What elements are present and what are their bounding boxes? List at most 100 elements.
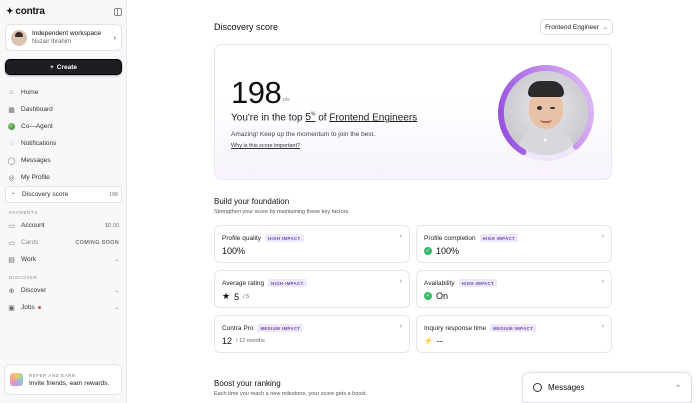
- chevron-down-icon: ⌄: [602, 24, 608, 31]
- card-icon: ▭: [8, 239, 15, 247]
- chevron-up-icon: ⌃: [675, 384, 681, 392]
- messages-label: Messages: [548, 383, 585, 392]
- refer-subtitle: Invite friends, earn rewards.: [29, 379, 110, 387]
- tile-profile-quality[interactable]: Profile quality HIGH IMPACT › 100%: [214, 225, 410, 263]
- avatar: ●: [504, 71, 588, 155]
- tile-availability[interactable]: Availability HIGH IMPACT › ✓ On: [416, 270, 612, 308]
- boost-title: Boost your ranking: [214, 379, 281, 388]
- sidebar-item-account[interactable]: ▭ Account $0.00: [5, 217, 122, 234]
- tile-contra-pro[interactable]: Contra Pro MEDIUM IMPACT › 12/ 12 months: [214, 315, 410, 353]
- tile-value: On: [436, 291, 449, 301]
- tile-profile-completion[interactable]: Profile completion HIGH IMPACT › ✓ 100%: [416, 225, 612, 263]
- sidebar-item-label: Co—Agent: [21, 123, 53, 130]
- wallet-icon: ▭: [8, 222, 15, 230]
- star-icon: ★: [222, 291, 231, 301]
- sidebar-item-my-profile[interactable]: ◎ My Profile: [5, 169, 122, 186]
- sidebar-item-messages[interactable]: ◯ Messages: [5, 152, 122, 169]
- refer-title: REFER AND EARN: [29, 372, 76, 378]
- payments-section-label: PAYMENTS: [9, 210, 38, 215]
- impact-badge: HIGH IMPACT: [265, 234, 304, 242]
- tile-title: Inquiry response time: [424, 324, 487, 332]
- tile-title: Average rating: [222, 279, 265, 287]
- check-icon: ✓: [424, 292, 432, 300]
- impact-badge: HIGH IMPACT: [479, 234, 519, 242]
- avatar: [11, 29, 27, 46]
- workspace-switcher[interactable]: Independent workspace Nuzair Ibrahim ›: [5, 24, 122, 51]
- compass-icon: ⊕: [8, 287, 15, 295]
- tile-average-rating[interactable]: Average rating HIGH IMPACT › ★ 5/ 5: [214, 270, 410, 308]
- rank-group-link[interactable]: Frontend Engineers: [329, 112, 417, 123]
- sidebar-item-discover[interactable]: ⊕ Discover ⌄: [5, 282, 122, 299]
- tile-value: 5: [234, 291, 240, 302]
- sidebar-item-label: Work: [21, 256, 37, 263]
- rank-percent: 5%: [305, 112, 315, 123]
- sidebar-item-home[interactable]: ⌂ Home: [5, 84, 122, 101]
- sidebar-item-jobs[interactable]: ▣ Jobs ⌄: [5, 299, 122, 316]
- sidebar-item-label: Home: [21, 89, 39, 96]
- score-value: 198: [231, 75, 282, 110]
- chevron-right-icon: ›: [601, 233, 604, 240]
- messages-panel[interactable]: Messages ⌃: [522, 372, 692, 403]
- notification-dot: [37, 305, 41, 309]
- sidebar-item-co-agent[interactable]: Co—Agent: [5, 118, 122, 135]
- jobs-label: Jobs: [21, 304, 35, 311]
- account-balance: $0.00: [105, 222, 119, 229]
- contra-logo[interactable]: ✦ contra: [6, 6, 45, 17]
- sidebar-item-cards: ▭ Cards COMING SOON: [5, 234, 122, 251]
- page-title: Discovery score: [214, 22, 279, 32]
- sidebar-item-discovery-score[interactable]: ◔ Discovery score 198: [5, 186, 122, 203]
- co-agent-icon: [8, 123, 15, 130]
- sidebar-item-label: Discover: [21, 287, 47, 294]
- role-select[interactable]: Frontend Engineer ⌄: [540, 19, 613, 35]
- foundation-title: Build your foundation: [214, 197, 290, 206]
- tile-value: 100%: [222, 246, 246, 256]
- sidebar-item-notifications[interactable]: ◌ Notifications: [5, 135, 122, 152]
- sidebar-item-dashboard[interactable]: ▦ Dashboard: [5, 101, 122, 118]
- chevron-right-icon: ›: [399, 233, 402, 240]
- tile-value-suffix: / 5: [243, 293, 250, 300]
- tile-inquiry-response-time[interactable]: Inquiry response time MEDIUM IMPACT › ⚡ --: [416, 315, 612, 353]
- chevron-right-icon: ›: [399, 323, 402, 330]
- payments-nav: ▭ Account $0.00 ▭ Cards COMING SOON ▤ Wo…: [5, 217, 122, 268]
- briefcase-icon: ▤: [8, 256, 15, 264]
- discovery-score-count: 198: [108, 191, 118, 198]
- tile-title: Availability: [424, 279, 455, 287]
- impact-badge: HIGH IMPACT: [268, 279, 307, 287]
- sidebar-item-label: My Profile: [21, 174, 50, 181]
- sidebar: ✦ contra Independent workspace Nuzair Ib…: [0, 0, 127, 403]
- create-button[interactable]: + Create: [5, 59, 122, 75]
- chat-icon: ◯: [7, 157, 16, 165]
- impact-badge: HIGH IMPACT: [458, 279, 498, 287]
- rank-mid: of: [318, 112, 327, 124]
- tile-title: Profile quality: [222, 234, 262, 242]
- impact-badge: MEDIUM IMPACT: [490, 324, 537, 332]
- foundation-subtitle: Strengthen your score by maintaining the…: [214, 209, 350, 215]
- refer-and-earn-card[interactable]: REFER AND EARN Invite friends, earn rewa…: [4, 364, 122, 395]
- gift-icon: [10, 373, 23, 386]
- logo-text: contra: [15, 6, 45, 17]
- sidebar-item-work[interactable]: ▤ Work ⌄: [5, 251, 122, 268]
- boost-subtitle: Each time you reach a new milestone, you…: [214, 391, 368, 397]
- score-message: Amazing! Keep up the momentum to join th…: [231, 131, 376, 138]
- chat-icon: [533, 383, 542, 392]
- coming-soon-badge: COMING SOON: [75, 239, 119, 246]
- tile-title: Profile completion: [424, 234, 476, 242]
- tile-value: 100%: [436, 246, 460, 256]
- lightning-icon: ⚡: [424, 338, 433, 345]
- discover-section-label: DISCOVER: [9, 275, 38, 280]
- score-card: 198 pts You're in the top 5% of Frontend…: [214, 44, 612, 180]
- score-info-link[interactable]: Why is this score important?: [231, 143, 300, 149]
- plus-icon: +: [49, 63, 54, 71]
- sidebar-item-label: Notifications: [21, 140, 57, 147]
- sidebar-collapse-icon[interactable]: [114, 8, 122, 16]
- chevron-down-icon: ⌄: [114, 304, 119, 311]
- tile-value: --: [436, 336, 443, 346]
- sidebar-item-label: Account: [21, 222, 45, 229]
- chevron-right-icon: ›: [601, 323, 604, 330]
- home-icon: ⌂: [9, 89, 14, 96]
- gauge-icon: ◔: [10, 191, 15, 198]
- workspace-user: Nuzair Ibrahim: [32, 38, 72, 45]
- role-select-value: Frontend Engineer: [545, 23, 599, 31]
- workspace-title: Independent workspace: [32, 29, 102, 37]
- rank-prefix: You're in the top: [231, 112, 303, 124]
